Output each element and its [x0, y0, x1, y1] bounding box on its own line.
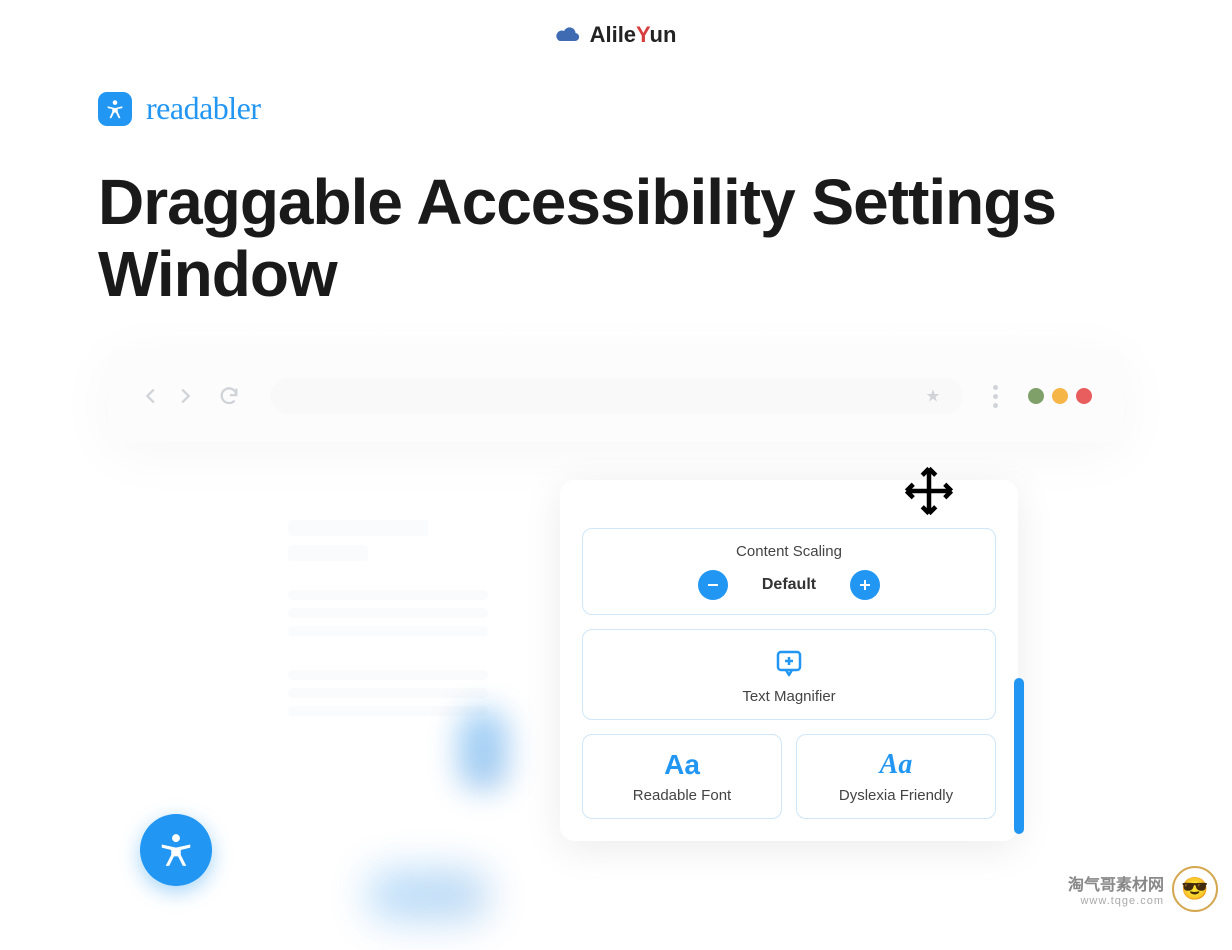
product-name: readabler [146, 90, 261, 127]
window-controls [1028, 388, 1092, 404]
scrollbar[interactable] [1014, 678, 1024, 834]
minimize-button[interactable] [1028, 388, 1044, 404]
close-button[interactable] [1076, 388, 1092, 404]
dyslexia-font-icon: Aa [813, 749, 979, 781]
address-bar[interactable] [270, 378, 963, 414]
forward-icon[interactable] [174, 385, 196, 407]
content-scaling-card[interactable]: Content Scaling Default [582, 528, 996, 615]
menu-icon[interactable] [993, 385, 998, 408]
brand-header: AlileYun [556, 22, 677, 48]
maximize-button[interactable] [1052, 388, 1068, 404]
text-magnifier-label: Text Magnifier [599, 688, 979, 705]
back-icon[interactable] [140, 385, 162, 407]
watermark: 淘气哥素材网 www.tqge.com 😎 [1068, 866, 1218, 912]
accessibility-icon [98, 92, 132, 126]
cloud-icon [556, 25, 582, 45]
page-title: Draggable Accessibility Settings Window [98, 167, 1134, 310]
star-icon[interactable] [925, 388, 941, 404]
dyslexia-friendly-label: Dyslexia Friendly [813, 787, 979, 804]
readable-font-card[interactable]: Aa Readable Font [582, 734, 782, 819]
accessibility-settings-window[interactable]: Content Scaling Default Text Magnifier A… [560, 480, 1018, 841]
content-scaling-title: Content Scaling [599, 543, 979, 560]
magnifier-icon [773, 648, 805, 680]
increase-button[interactable] [850, 570, 880, 600]
browser-toolbar [140, 378, 1092, 414]
text-magnifier-card[interactable]: Text Magnifier [582, 629, 996, 720]
reload-icon[interactable] [218, 385, 240, 407]
dyslexia-friendly-card[interactable]: Aa Dyslexia Friendly [796, 734, 996, 819]
decrease-button[interactable] [698, 570, 728, 600]
scaling-value: Default [762, 576, 816, 594]
product-badge-row: readabler [98, 90, 1134, 127]
drag-handle-icon[interactable] [902, 464, 956, 518]
accessibility-fab[interactable] [140, 814, 212, 886]
watermark-icon: 😎 [1172, 866, 1218, 912]
readable-font-label: Readable Font [599, 787, 765, 804]
readable-font-icon: Aa [599, 749, 765, 781]
browser-mockup [108, 350, 1124, 442]
